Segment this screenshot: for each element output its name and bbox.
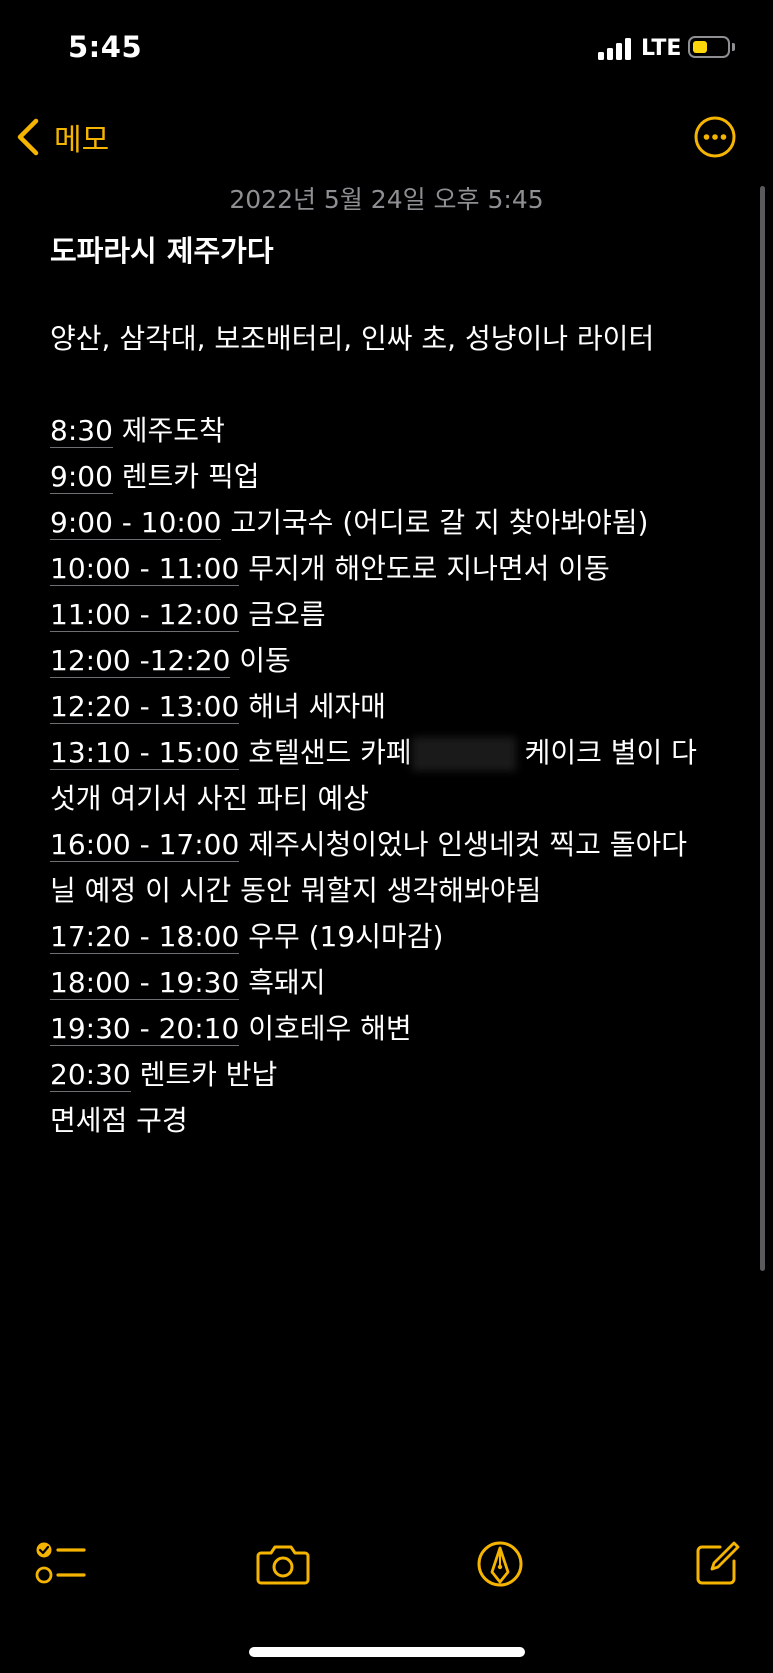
schedule-time[interactable]: 11:00 - 12:00 <box>50 598 240 632</box>
schedule-text: 제주시청이었나 인생네컷 찍고 돌아다 <box>239 828 688 861</box>
redacted-blur <box>411 737 516 771</box>
battery-level <box>693 41 707 53</box>
schedule-text: 닐 예정 이 시간 동안 뭐할지 생각해봐야됨 <box>50 874 542 907</box>
note-date: 2022년 5월 24일 오후 5:45 <box>229 185 544 214</box>
schedule-line: 19:30 - 20:10 이호테우 해변 <box>50 1006 730 1052</box>
schedule-line: 12:20 - 13:00 해녀 세자매 <box>50 684 730 730</box>
schedule-line: 9:00 렌트카 픽업 <box>50 454 730 500</box>
schedule-text: 섯개 여기서 사진 파티 예상 <box>50 782 369 815</box>
schedule-text: 이동 <box>230 644 291 677</box>
battery-cap <box>732 43 735 51</box>
battery-icon <box>688 36 730 58</box>
schedule-line: 17:20 - 18:00 우무 (19시마감) <box>50 914 730 960</box>
schedule-time[interactable]: 13:10 - 15:00 <box>50 736 240 770</box>
ellipsis-circle-icon[interactable] <box>694 116 736 158</box>
scrollbar[interactable] <box>760 186 765 1271</box>
schedule-line: 18:00 - 19:30 흑돼지 <box>50 960 730 1006</box>
schedule-time[interactable]: 12:20 - 13:00 <box>50 690 240 724</box>
schedule-text: 렌트카 픽업 <box>112 460 260 493</box>
status-time: 5:45 <box>68 30 143 64</box>
schedule-line: 9:00 - 10:00 고기국수 (어디로 갈 지 찾아봐야됨) <box>50 500 730 546</box>
schedule-text: 호텔샌드 카페 <box>239 736 412 769</box>
schedule-line: 12:00 -12:20 이동 <box>50 638 730 684</box>
note-body[interactable]: 양산, 삼각대, 보조배터리, 인싸 초, 성냥이나 라이터 8:30 제주도착… <box>50 316 730 1144</box>
schedule-text: 고기국수 (어디로 갈 지 찾아봐야됨) <box>221 506 649 539</box>
schedule-line: 닐 예정 이 시간 동안 뭐할지 생각해봐야됨 <box>50 868 730 914</box>
camera-icon[interactable] <box>255 1538 311 1590</box>
schedule-text: 우무 (19시마감) <box>239 920 444 953</box>
schedule-time[interactable]: 16:00 - 17:00 <box>50 828 240 862</box>
schedule-text: 흑돼지 <box>239 966 326 999</box>
schedule-text: 금오름 <box>239 598 326 631</box>
note-items-line: 양산, 삼각대, 보조배터리, 인싸 초, 성냥이나 라이터 <box>50 322 655 355</box>
back-button[interactable]: 메모 <box>14 112 109 162</box>
schedule-line: 면세점 구경 <box>50 1098 730 1144</box>
status-bar: 5:45 LTE <box>0 0 773 100</box>
note-title[interactable]: 도파라시 제주가다 <box>50 228 274 270</box>
schedule-time[interactable]: 19:30 - 20:10 <box>50 1012 240 1046</box>
schedule-line: 8:30 제주도착 <box>50 408 730 454</box>
schedule-line: 20:30 렌트카 반납 <box>50 1052 730 1098</box>
schedule-time[interactable]: 8:30 <box>50 414 113 448</box>
schedule-text: 이호테우 해변 <box>239 1012 412 1045</box>
schedule-text: 제주도착 <box>112 414 225 447</box>
compose-icon[interactable] <box>690 1538 746 1590</box>
schedule-text: 면세점 구경 <box>50 1104 188 1137</box>
schedule-time[interactable]: 12:00 -12:20 <box>50 644 231 678</box>
schedule-text: 렌트카 반납 <box>130 1058 278 1091</box>
schedule-time[interactable]: 9:00 - 10:00 <box>50 506 222 540</box>
schedule-time[interactable]: 10:00 - 11:00 <box>50 552 240 586</box>
schedule-text: 무지개 해안도로 지나면서 이동 <box>239 552 610 585</box>
schedule-time[interactable]: 18:00 - 19:30 <box>50 966 240 1000</box>
cellular-signal-icon <box>598 38 634 60</box>
chevron-left-icon <box>17 118 39 156</box>
schedule-time[interactable]: 20:30 <box>50 1058 131 1092</box>
schedule-time[interactable]: 9:00 <box>50 460 113 494</box>
home-indicator[interactable] <box>249 1647 525 1657</box>
schedule-time[interactable]: 17:20 - 18:00 <box>50 920 240 954</box>
schedule-line: 16:00 - 17:00 제주시청이었나 인생네컷 찍고 돌아다 <box>50 822 730 868</box>
schedule-text-continued: 케이크 별이 다 <box>515 736 697 769</box>
network-type: LTE <box>641 36 682 61</box>
schedule-line: 10:00 - 11:00 무지개 해안도로 지나면서 이동 <box>50 546 730 592</box>
schedule-text: 해녀 세자매 <box>239 690 386 723</box>
back-label: 메모 <box>54 123 110 158</box>
schedule-line: 섯개 여기서 사진 파티 예상 <box>50 776 730 822</box>
markup-pen-icon[interactable] <box>472 1538 528 1590</box>
schedule-line: 11:00 - 12:00 금오름 <box>50 592 730 638</box>
checklist-icon[interactable] <box>34 1538 90 1590</box>
schedule-line: 13:10 - 15:00 호텔샌드 카페 케이크 별이 다 <box>50 730 730 776</box>
